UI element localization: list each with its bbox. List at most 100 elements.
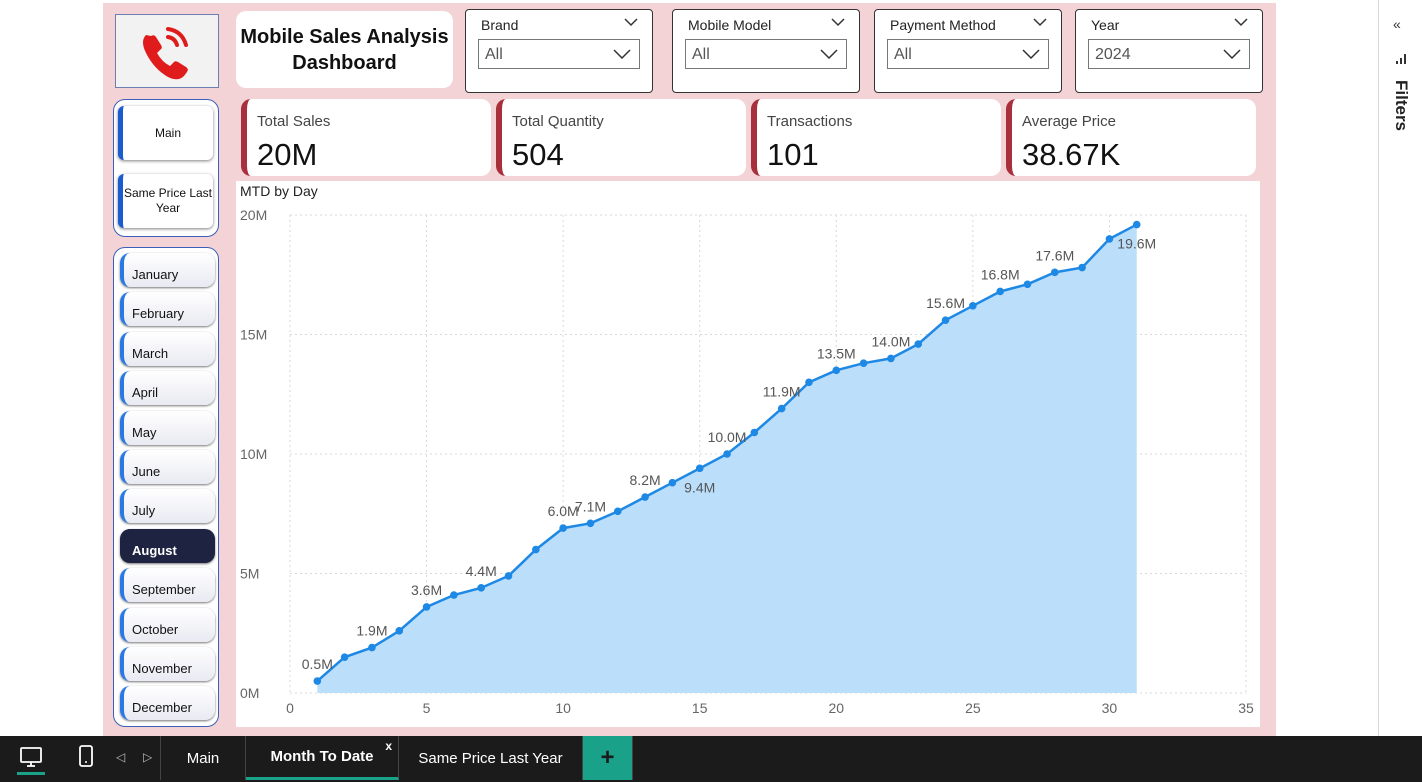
month-may[interactable]: May xyxy=(120,410,215,445)
x-tick-label: 30 xyxy=(1102,700,1118,716)
year-dropdown[interactable]: 2024 xyxy=(1088,39,1250,69)
kpi-title: Total Sales xyxy=(257,113,331,130)
chevron-down-icon xyxy=(613,49,631,59)
tab-main[interactable]: Main xyxy=(160,736,246,780)
tab-month-to-date[interactable]: Month To Date x xyxy=(246,736,399,780)
data-label: 9.4M xyxy=(684,479,715,495)
slicer-label: Brand xyxy=(481,17,519,33)
slicer-label: Payment Method xyxy=(890,17,996,33)
month-march[interactable]: March xyxy=(120,331,215,366)
mobile-model-dropdown[interactable]: All xyxy=(685,39,847,69)
month-label: July xyxy=(132,503,156,519)
dropdown-value: All xyxy=(894,46,912,63)
month-label: June xyxy=(132,464,161,479)
month-label: March xyxy=(132,345,169,361)
data-point xyxy=(477,584,485,592)
kpi-value: 20M xyxy=(257,137,318,172)
month-april[interactable]: April xyxy=(120,371,215,406)
month-february[interactable]: February xyxy=(120,292,215,327)
month-january[interactable]: January xyxy=(120,253,215,287)
collapse-icon[interactable]: « xyxy=(1393,16,1401,32)
y-tick-label: 15M xyxy=(240,327,267,343)
data-point xyxy=(887,354,895,363)
y-tick-label: 0M xyxy=(240,685,259,701)
x-tick-label: 5 xyxy=(423,700,431,716)
tab-label: Month To Date xyxy=(270,748,374,765)
data-label: 13.5M xyxy=(817,345,856,361)
data-point xyxy=(723,450,731,458)
month-september[interactable]: September xyxy=(120,568,215,603)
prev-page-icon[interactable]: ◁ xyxy=(116,750,125,764)
mobile-model-slicer[interactable]: Mobile Model All xyxy=(672,9,860,93)
month-october[interactable]: October xyxy=(120,607,215,642)
month-label: October xyxy=(132,621,179,637)
data-point xyxy=(532,545,540,554)
tab-same-price-last-year[interactable]: Same Price Last Year xyxy=(399,736,583,780)
filters-pane[interactable]: « Filters xyxy=(1378,0,1422,736)
data-point xyxy=(969,302,977,310)
data-point xyxy=(586,519,595,528)
data-point xyxy=(914,340,923,348)
chevron-down-icon[interactable] xyxy=(1234,16,1248,28)
kpi-card-average-price: Average Price 38.67K xyxy=(1006,99,1256,176)
data-point xyxy=(504,572,513,580)
desktop-view-icon[interactable] xyxy=(15,742,47,775)
y-tick-label: 10M xyxy=(240,446,267,462)
year-slicer[interactable]: Year 2024 xyxy=(1075,9,1263,93)
y-tick-label: 20M xyxy=(240,207,267,223)
next-page-icon[interactable]: ▷ xyxy=(143,750,152,764)
data-label: 19.6M xyxy=(1117,236,1156,252)
chart-title: MTD by Day xyxy=(240,183,318,199)
nav-main-button[interactable]: Main xyxy=(118,106,213,160)
data-point xyxy=(805,378,813,387)
add-page-button[interactable]: + xyxy=(583,736,633,780)
data-point xyxy=(1078,263,1086,272)
slicer-label: Mobile Model xyxy=(688,17,772,33)
x-tick-label: 0 xyxy=(286,700,294,716)
chevron-down-icon[interactable] xyxy=(1033,16,1047,28)
mtd-chart-svg: MTD by Day 0M 5M 10M 15M 20M 0 5 10 15 20 25 30 35 0.5… xyxy=(240,183,1254,716)
dashboard-title: Mobile Sales Analysis Dashboard xyxy=(236,11,453,88)
data-point xyxy=(859,359,868,367)
chevron-down-icon[interactable] xyxy=(831,16,845,28)
payment-method-dropdown[interactable]: All xyxy=(887,39,1049,69)
data-point xyxy=(832,366,841,375)
brand-dropdown[interactable]: All xyxy=(478,39,640,69)
mobile-view-icon[interactable] xyxy=(76,742,96,772)
kpi-title: Average Price xyxy=(1022,113,1116,130)
brand-slicer[interactable]: Brand All xyxy=(465,9,653,93)
filters-label: Filters xyxy=(1392,80,1411,132)
y-tick-label: 5M xyxy=(240,566,259,582)
month-august[interactable]: August xyxy=(120,528,215,563)
data-point xyxy=(422,603,431,611)
kpi-card-total-quantity: Total Quantity 504 xyxy=(496,99,746,176)
data-point xyxy=(695,464,704,473)
x-tick-label: 15 xyxy=(692,700,708,716)
data-label: 4.4M xyxy=(466,563,497,579)
data-point xyxy=(395,627,404,635)
data-point xyxy=(1051,268,1059,277)
kpi-value: 101 xyxy=(767,137,819,172)
data-point xyxy=(777,404,786,413)
month-november[interactable]: November xyxy=(120,647,215,681)
mtd-chart[interactable]: MTD by Day 0M 5M 10M 15M 20M 0 5 10 15 20 25 30 35 0.5… xyxy=(236,181,1260,727)
month-july[interactable]: July xyxy=(120,489,215,524)
kpi-value: 38.67K xyxy=(1022,137,1121,172)
month-december[interactable]: December xyxy=(120,686,215,721)
logo xyxy=(115,14,219,88)
month-label: November xyxy=(132,661,192,676)
month-label: April xyxy=(132,385,159,401)
nav-same-price-button[interactable]: Same Price Last Year xyxy=(118,174,213,228)
close-tab-icon[interactable]: x xyxy=(385,739,392,753)
chevron-down-icon[interactable] xyxy=(624,16,638,28)
kpi-card-total-sales: Total Sales 20M xyxy=(241,99,491,176)
dropdown-value: All xyxy=(692,46,710,63)
slicer-label: Year xyxy=(1091,17,1120,33)
data-label: 7.1M xyxy=(575,498,606,514)
chevron-down-icon xyxy=(820,49,838,59)
month-june[interactable]: June xyxy=(120,450,215,484)
data-label: 11.9M xyxy=(763,384,801,400)
payment-method-slicer[interactable]: Payment Method All xyxy=(874,9,1062,93)
data-label: 17.6M xyxy=(1035,247,1074,263)
month-label: September xyxy=(132,582,196,598)
